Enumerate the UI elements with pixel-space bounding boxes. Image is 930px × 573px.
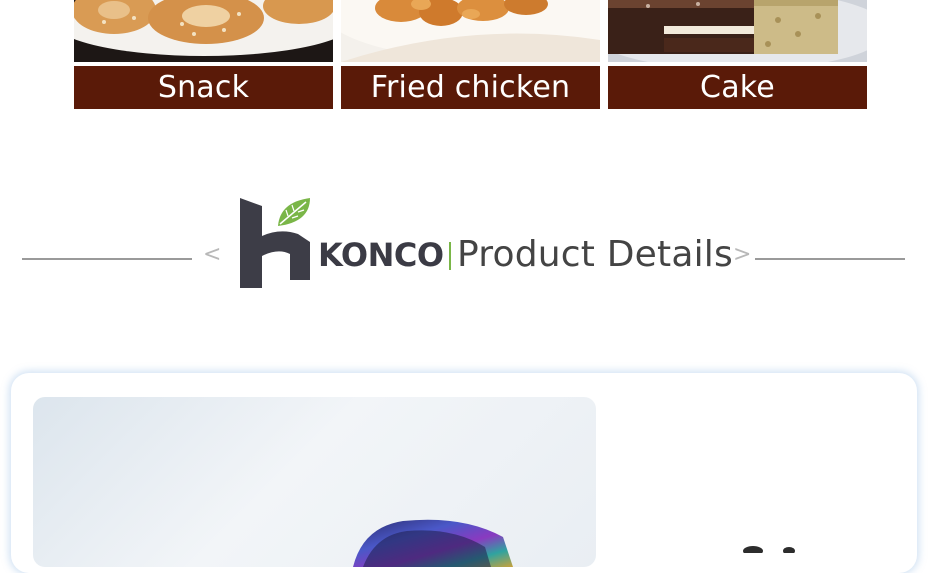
category-label-cake: Cake bbox=[608, 66, 867, 109]
konco-leaf-logo-icon bbox=[240, 196, 312, 288]
fried-chicken-photo bbox=[341, 0, 600, 62]
rainbow-metal-product-photo bbox=[33, 397, 596, 567]
layer-cake-photo bbox=[608, 0, 867, 62]
product-details-heading: < KONCO Product Details > bbox=[0, 190, 930, 290]
product-card bbox=[11, 373, 917, 573]
category-tile-fried-chicken[interactable]: Fried chicken bbox=[341, 0, 600, 110]
category-tile-snack[interactable]: Snack bbox=[74, 0, 333, 110]
left-divider-line bbox=[22, 258, 192, 260]
section-title: Product Details bbox=[457, 234, 733, 275]
partial-dark-shape-icon bbox=[743, 546, 795, 553]
sesame-snack-photo bbox=[74, 0, 333, 62]
category-tile-cake[interactable]: Cake bbox=[608, 0, 867, 110]
category-label-snack: Snack bbox=[74, 66, 333, 109]
right-divider-line bbox=[755, 258, 905, 260]
category-label-fried-chicken: Fried chicken bbox=[341, 66, 600, 109]
brand-name: KONCO bbox=[318, 236, 444, 274]
chevron-left-icon: < bbox=[203, 242, 222, 267]
chevron-right-icon: > bbox=[733, 242, 752, 267]
brand-divider bbox=[449, 242, 451, 270]
category-tiles: Snack Fried chicken Cake bbox=[0, 0, 930, 110]
